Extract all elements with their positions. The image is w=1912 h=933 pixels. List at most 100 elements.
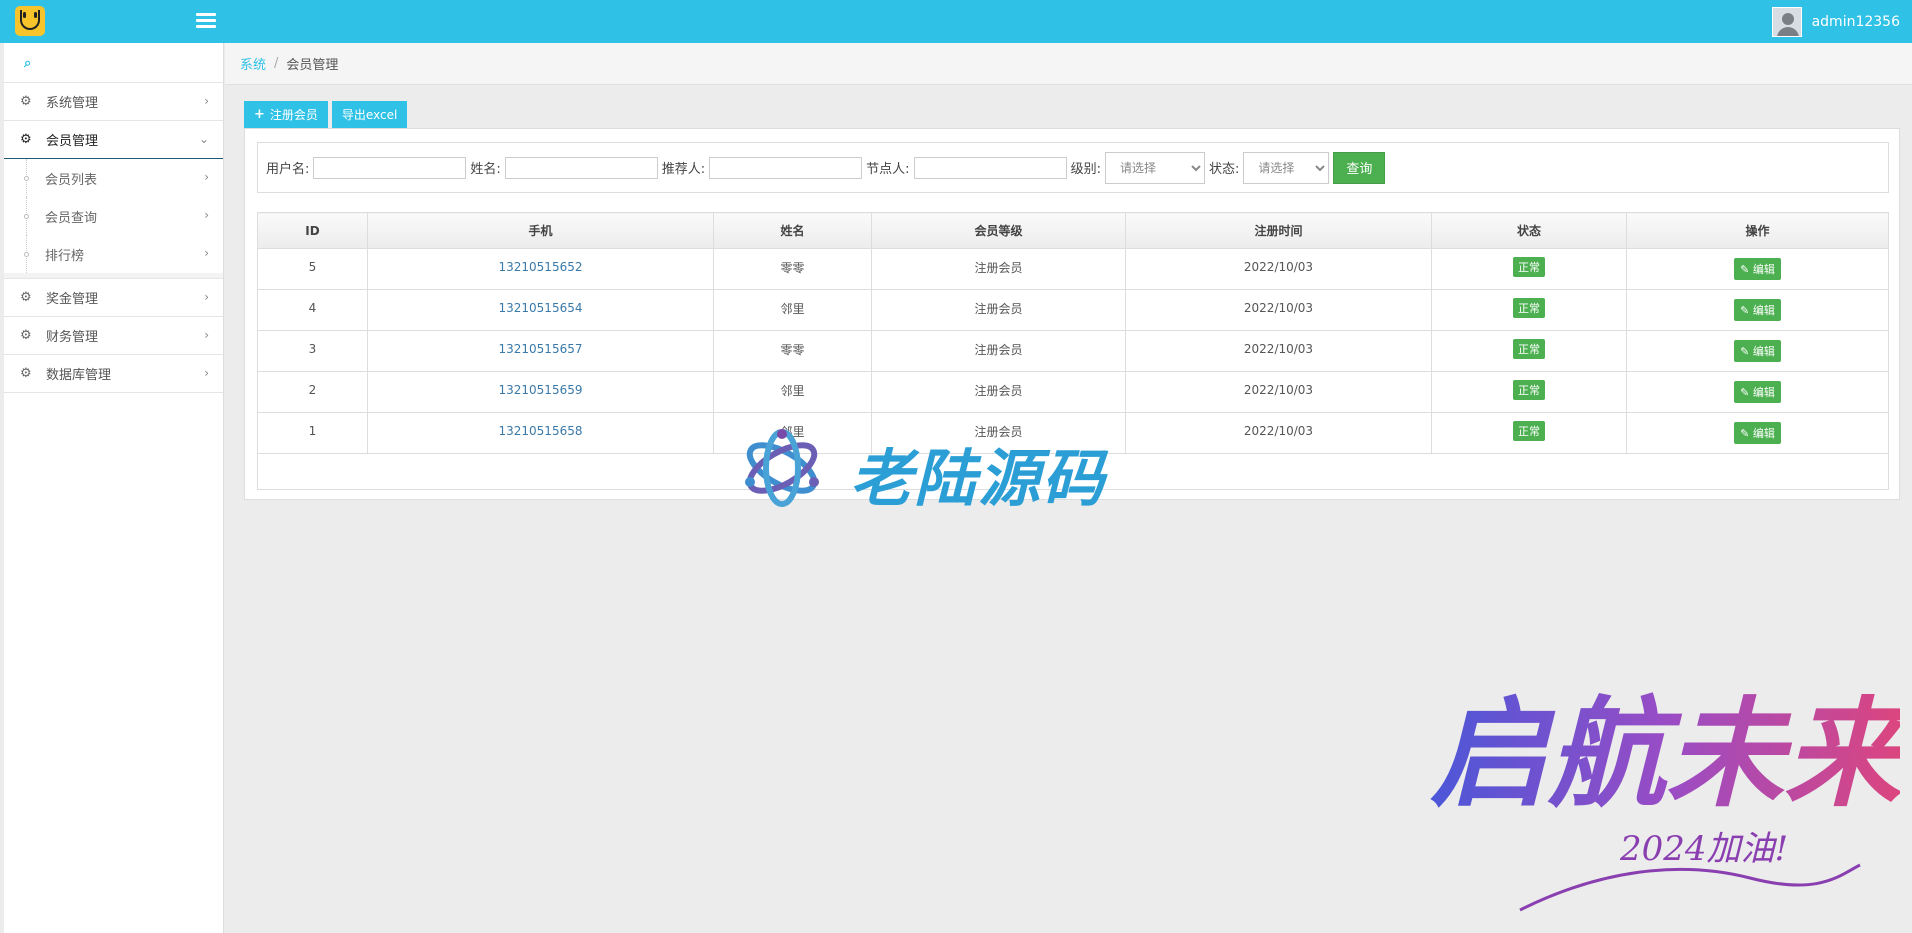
cell-level: 注册会员 <box>871 371 1126 413</box>
bullet-icon <box>24 176 29 181</box>
register-member-button[interactable]: + 注册会员 <box>244 101 328 128</box>
column-header-date[interactable]: 注册时间 <box>1125 212 1432 249</box>
sidebar-item-database[interactable]: ⚙ 数据库管理 › <box>4 355 223 393</box>
edit-button[interactable]: ✎ 编辑 <box>1734 422 1781 444</box>
edit-icon: ✎ <box>1740 386 1753 399</box>
cell-phone-link[interactable]: 13210515658 <box>367 412 714 454</box>
sidebar-subitem-label: 会员列表 <box>45 172 98 188</box>
edit-label: 编辑 <box>1752 304 1775 317</box>
gear-icon: ⚙ <box>20 132 32 147</box>
edit-icon: ✎ <box>1740 427 1753 440</box>
chevron-right-icon: › <box>204 94 209 108</box>
sidebar-subitem-label: 会员查询 <box>45 210 98 226</box>
cell-id: 3 <box>257 330 368 372</box>
avatar[interactable] <box>1771 6 1802 37</box>
username[interactable]: admin12356 <box>1812 14 1900 30</box>
promo-subtitle: 2024加油! <box>1619 829 1788 869</box>
edit-label: 编辑 <box>1752 386 1775 399</box>
query-button[interactable]: 查询 <box>1333 151 1386 184</box>
logo <box>15 6 45 36</box>
toolbar: + 注册会员 导出excel <box>244 101 411 128</box>
table-row: 3 13210515657 零零 注册会员 2022/10/03 正常 ✎ 编辑 <box>257 330 1889 372</box>
level-select[interactable]: 请选择 <box>1104 151 1205 184</box>
menu-toggle-icon[interactable] <box>196 13 216 29</box>
watermark-atom-icon <box>745 429 819 507</box>
edit-button[interactable]: ✎ 编辑 <box>1734 381 1781 403</box>
cell-phone-link[interactable]: 13210515654 <box>367 289 714 331</box>
sidebar-subitem-label: 排行榜 <box>45 248 85 264</box>
referrer-input[interactable] <box>709 156 863 179</box>
cell-level: 注册会员 <box>871 330 1126 372</box>
name-input[interactable] <box>504 156 658 179</box>
chevron-right-icon: › <box>204 170 209 184</box>
column-header-name[interactable]: 姓名 <box>713 212 872 249</box>
chevron-down-icon: ⌄ <box>198 132 209 146</box>
status-badge: 正常 <box>1513 298 1545 318</box>
export-excel-button[interactable]: 导出excel <box>331 101 408 128</box>
bullet-icon <box>24 252 29 257</box>
watermark: 老陆源码 <box>740 420 1180 515</box>
cell-id: 1 <box>257 412 368 454</box>
table-row: 5 13210515652 零零 注册会员 2022/10/03 正常 ✎ 编辑 <box>257 248 1889 290</box>
sidebar: ⌕ ⚙ 系统管理 › ⚙ 会员管理 ⌄ 会员列表 › 会员查询 › 排行榜 › … <box>4 43 224 933</box>
search-icon[interactable]: ⌕ <box>24 56 31 71</box>
export-excel-label: 导出excel <box>341 108 398 122</box>
edit-button[interactable]: ✎ 编辑 <box>1734 340 1781 362</box>
sidebar-subitem-member-list[interactable]: 会员列表 › <box>4 159 223 197</box>
gear-icon: ⚙ <box>20 94 32 109</box>
breadcrumb-separator: / <box>274 56 279 71</box>
edit-icon: ✎ <box>1740 263 1753 276</box>
username-input[interactable] <box>313 156 467 179</box>
cell-status: 正常 <box>1431 412 1627 454</box>
sidebar-subitem-ranking[interactable]: 排行榜 › <box>4 235 223 273</box>
chevron-right-icon: › <box>204 290 209 304</box>
sidebar-item-label: 财务管理 <box>46 330 99 345</box>
column-header-phone[interactable]: 手机 <box>367 212 714 249</box>
referrer-label: 推荐人: <box>661 162 706 177</box>
watermark-text: 老陆源码 <box>850 442 1107 515</box>
top-bar: admin12356 <box>0 0 1912 43</box>
cell-id: 2 <box>257 371 368 413</box>
cell-phone-link[interactable]: 13210515657 <box>367 330 714 372</box>
chevron-right-icon: › <box>204 246 209 260</box>
sidebar-item-finance[interactable]: ⚙ 财务管理 › <box>4 317 223 355</box>
register-member-label: 注册会员 <box>269 108 318 122</box>
sidebar-subitem-member-query[interactable]: 会员查询 › <box>4 197 223 235</box>
edit-button[interactable]: ✎ 编辑 <box>1734 299 1781 321</box>
sidebar-item-label: 奖金管理 <box>46 292 99 307</box>
status-label: 状态: <box>1208 162 1240 177</box>
breadcrumb-link-system[interactable]: 系统 <box>240 54 266 73</box>
table-row: 2 13210515659 邻里 注册会员 2022/10/03 正常 ✎ 编辑 <box>257 371 1889 413</box>
filter-bar: 用户名: 姓名: 推荐人: 节点人: 级别: 请选择 状态: 请选择 查询 <box>257 142 1889 193</box>
user-menu[interactable]: admin12356 <box>1771 5 1900 38</box>
sidebar-item-members[interactable]: ⚙ 会员管理 ⌄ <box>4 121 223 159</box>
edit-label: 编辑 <box>1752 427 1775 440</box>
node-input[interactable] <box>913 156 1067 179</box>
plus-icon: + <box>254 107 265 122</box>
gear-icon: ⚙ <box>20 290 32 305</box>
sidebar-search[interactable]: ⌕ <box>4 43 223 83</box>
cell-phone-link[interactable]: 13210515659 <box>367 371 714 413</box>
status-badge: 正常 <box>1513 421 1545 441</box>
status-select[interactable]: 请选择 <box>1243 151 1330 184</box>
node-label: 节点人: <box>866 162 910 177</box>
column-header-id[interactable]: ID <box>257 212 368 249</box>
column-header-actions[interactable]: 操作 <box>1626 212 1889 249</box>
cell-phone-link[interactable]: 13210515652 <box>367 248 714 290</box>
promo-title: 启航未来 <box>1430 684 1900 823</box>
gear-icon: ⚙ <box>20 328 32 343</box>
column-header-status[interactable]: 状态 <box>1431 212 1627 249</box>
cell-name: 邻里 <box>713 371 872 413</box>
cell-actions: ✎ 编辑 <box>1626 371 1889 413</box>
cell-status: 正常 <box>1431 330 1627 372</box>
breadcrumb-current: 会员管理 <box>286 58 339 73</box>
cell-date: 2022/10/03 <box>1125 371 1432 413</box>
cell-status: 正常 <box>1431 289 1627 331</box>
sidebar-item-system[interactable]: ⚙ 系统管理 › <box>4 83 223 121</box>
sidebar-item-label: 系统管理 <box>46 96 99 111</box>
sidebar-item-label: 会员管理 <box>46 134 99 149</box>
edit-button[interactable]: ✎ 编辑 <box>1734 258 1781 280</box>
edit-label: 编辑 <box>1752 263 1775 276</box>
column-header-level[interactable]: 会员等级 <box>871 212 1126 249</box>
sidebar-item-bonus[interactable]: ⚙ 奖金管理 › <box>4 279 223 317</box>
